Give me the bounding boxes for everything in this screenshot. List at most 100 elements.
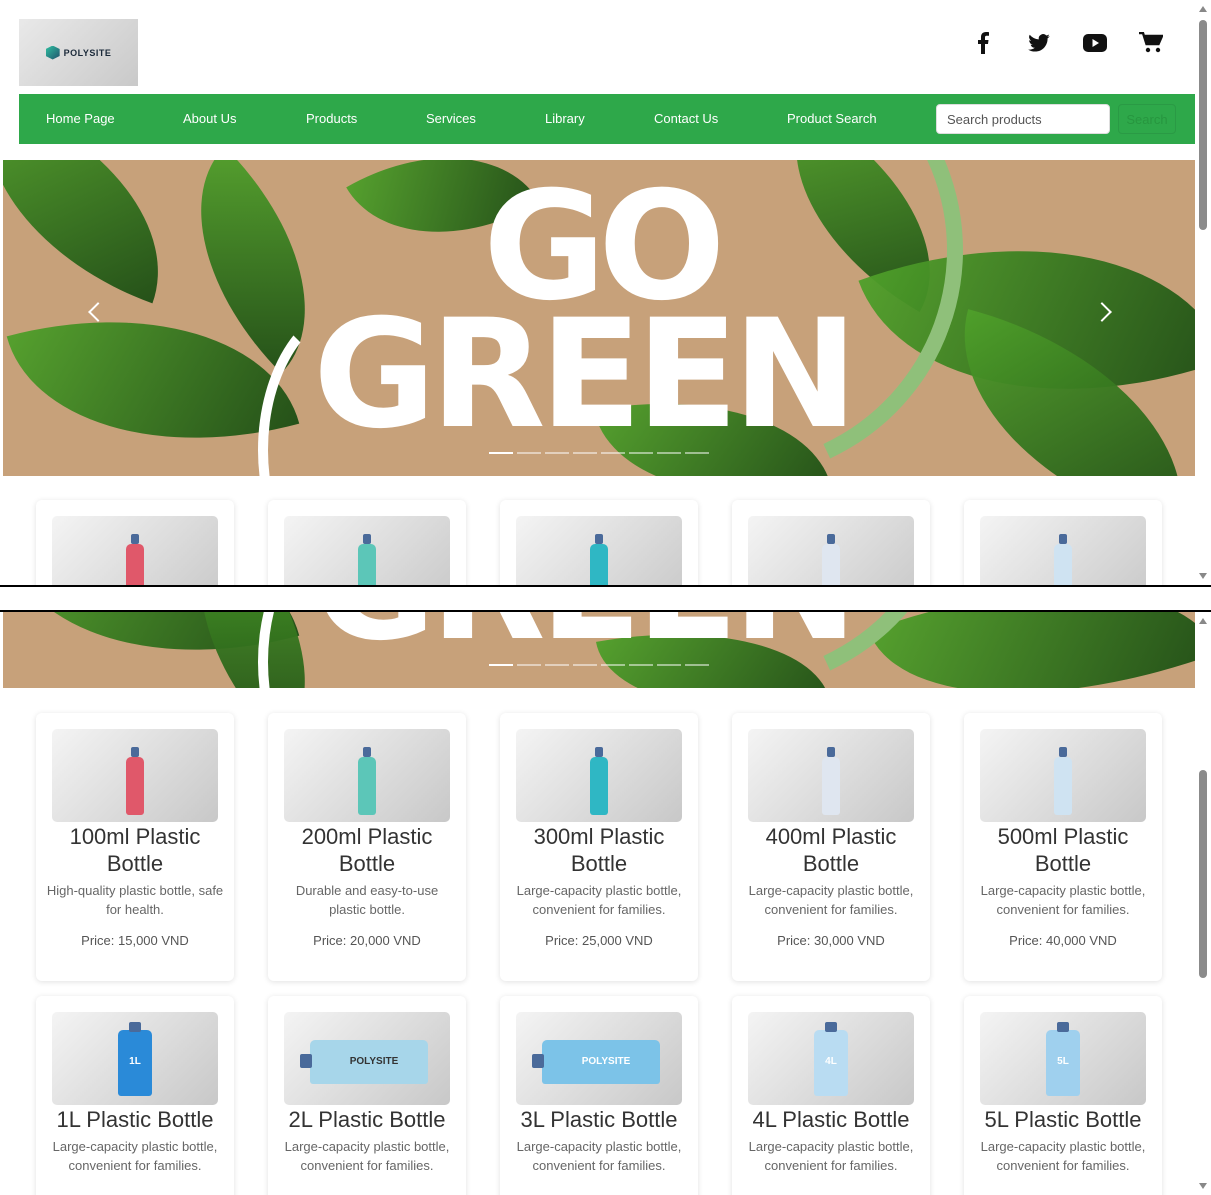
carousel-indicator[interactable] — [489, 664, 513, 666]
bottle-shape — [126, 544, 144, 585]
product-image[interactable] — [748, 729, 914, 822]
product-name[interactable]: 200ml Plastic Bottle — [276, 823, 458, 877]
cart-icon[interactable] — [1138, 30, 1164, 56]
scroll-thumb[interactable] — [1199, 20, 1207, 230]
product-image[interactable]: 5L — [980, 1012, 1146, 1105]
product-name[interactable]: 1L Plastic Bottle — [44, 1106, 226, 1133]
twitter-icon[interactable] — [1026, 30, 1052, 56]
carousel-indicator[interactable] — [489, 452, 513, 454]
product-card[interactable]: 200ml Plastic BottleDurable and easy-to-… — [268, 713, 466, 981]
product-image[interactable] — [52, 516, 218, 585]
nav-services[interactable]: Services — [426, 111, 476, 126]
screenshot-gap — [0, 589, 1211, 610]
product-image[interactable]: POLYSITE — [284, 1012, 450, 1105]
product-card[interactable]: 500ml Plastic BottleLarge-capacity plast… — [964, 500, 1162, 585]
hero-carousel: GO GREEN — [3, 160, 1195, 476]
viewport-scrolled: GREEN 100ml Plastic Bottle High-quality p… — [0, 610, 1211, 1195]
logo-cube-icon — [45, 45, 60, 60]
bottle-shape — [1054, 544, 1072, 585]
product-price: Price: 30,000 VND — [777, 933, 885, 948]
scroll-down-icon[interactable] — [1199, 1183, 1207, 1189]
nav-library[interactable]: Library — [545, 111, 585, 126]
product-name[interactable]: 100ml Plastic Bottle — [44, 823, 226, 877]
product-description: Large-capacity plastic bottle, convenien… — [516, 883, 682, 917]
nav-about[interactable]: About Us — [183, 111, 236, 126]
product-card[interactable]: POLYSITE 2L Plastic Bottle Large-capacity … — [268, 996, 466, 1195]
product-card[interactable]: 400ml Plastic BottleLarge-capacity plast… — [732, 713, 930, 981]
product-image[interactable] — [980, 729, 1146, 822]
product-description: Large-capacity plastic bottle, convenien… — [284, 1139, 450, 1173]
product-image[interactable] — [748, 516, 914, 585]
product-image[interactable] — [284, 516, 450, 585]
nav-product-search[interactable]: Product Search — [787, 111, 877, 126]
carousel-indicator[interactable] — [545, 452, 569, 454]
bottle-cap — [827, 747, 835, 757]
product-name[interactable]: 4L Plastic Bottle — [740, 1106, 922, 1133]
carousel-indicator[interactable] — [685, 664, 709, 666]
bottle-cap — [1059, 747, 1067, 757]
product-card[interactable]: 100ml Plastic BottleHigh-quality plastic… — [36, 500, 234, 585]
bottle-label: POLYSITE — [581, 1056, 631, 1067]
scroll-thumb[interactable] — [1199, 770, 1207, 978]
product-card[interactable]: 300ml Plastic BottleLarge-capacity plast… — [500, 500, 698, 585]
product-card[interactable]: 400ml Plastic BottleLarge-capacity plast… — [732, 500, 930, 585]
youtube-icon[interactable] — [1082, 30, 1108, 56]
product-price: Price: 15,000 VND — [81, 933, 189, 948]
scroll-up-icon[interactable] — [1199, 618, 1207, 624]
product-image[interactable]: 1L — [52, 1012, 218, 1105]
bottle-cap — [363, 747, 371, 757]
carousel-indicator[interactable] — [601, 664, 625, 666]
nav-products[interactable]: Products — [306, 111, 357, 126]
carousel-indicator[interactable] — [685, 452, 709, 454]
product-image[interactable] — [516, 516, 682, 585]
search-input[interactable] — [936, 104, 1110, 134]
product-card[interactable]: 5L 5L Plastic Bottle Large-capacity plasti… — [964, 996, 1162, 1195]
carousel-indicator[interactable] — [545, 664, 569, 666]
facebook-icon[interactable] — [970, 30, 996, 56]
product-card[interactable]: 4L 4L Plastic Bottle Large-capacity plasti… — [732, 996, 930, 1195]
product-card[interactable]: 300ml Plastic Bottle Large-capacity plast… — [500, 713, 698, 981]
product-image[interactable] — [52, 729, 218, 822]
scroll-up-icon[interactable] — [1199, 6, 1207, 12]
carousel-indicator[interactable] — [517, 664, 541, 666]
carousel-prev-icon[interactable] — [88, 302, 108, 322]
carousel-indicator[interactable] — [657, 452, 681, 454]
product-price: Price: 20,000 VND — [313, 933, 421, 948]
bottle-cap — [825, 1022, 837, 1032]
product-card[interactable]: 1L 1L Plastic Bottle Large-capacity plasti… — [36, 996, 234, 1195]
scrollbar[interactable] — [1195, 612, 1211, 1195]
product-name[interactable]: 400ml Plastic Bottle — [740, 823, 922, 877]
carousel-indicator[interactable] — [657, 664, 681, 666]
scroll-down-icon[interactable] — [1199, 573, 1207, 579]
nav-home[interactable]: Home Page — [46, 111, 115, 126]
product-image[interactable]: POLYSITE — [516, 1012, 682, 1105]
product-name[interactable]: 500ml Plastic Bottle — [972, 823, 1154, 877]
product-image[interactable] — [980, 516, 1146, 585]
product-name[interactable]: 2L Plastic Bottle — [276, 1106, 458, 1133]
carousel-indicator[interactable] — [573, 664, 597, 666]
bottle-shape — [1054, 757, 1072, 815]
bottle-label: POLYSITE — [349, 1056, 399, 1067]
viewport-top: POLYSITE Home Page About Us Products Ser… — [0, 0, 1211, 587]
scrollbar[interactable] — [1195, 0, 1211, 585]
product-name[interactable]: 300ml Plastic Bottle — [508, 823, 690, 877]
search-button[interactable]: Search — [1118, 104, 1176, 134]
site-logo[interactable]: POLYSITE — [19, 19, 138, 86]
product-card[interactable]: 100ml Plastic BottleHigh-quality plastic… — [36, 713, 234, 981]
carousel-indicator[interactable] — [573, 452, 597, 454]
product-image[interactable] — [516, 729, 682, 822]
carousel-indicator[interactable] — [629, 664, 653, 666]
carousel-indicator[interactable] — [601, 452, 625, 454]
carousel-indicator[interactable] — [629, 452, 653, 454]
product-card[interactable]: 200ml Plastic BottleDurable and easy-to-… — [268, 500, 466, 585]
product-card[interactable]: 500ml Plastic BottleLarge-capacity plast… — [964, 713, 1162, 981]
bottle-label: 1L — [129, 1056, 141, 1067]
nav-contact[interactable]: Contact Us — [654, 111, 718, 126]
product-image[interactable] — [284, 729, 450, 822]
product-image[interactable]: 4L — [748, 1012, 914, 1105]
product-name[interactable]: 5L Plastic Bottle — [972, 1106, 1154, 1133]
bottle-cap — [131, 747, 139, 757]
carousel-indicator[interactable] — [517, 452, 541, 454]
product-card[interactable]: POLYSITE 3L Plastic Bottle Large-capacity … — [500, 996, 698, 1195]
product-name[interactable]: 3L Plastic Bottle — [508, 1106, 690, 1133]
